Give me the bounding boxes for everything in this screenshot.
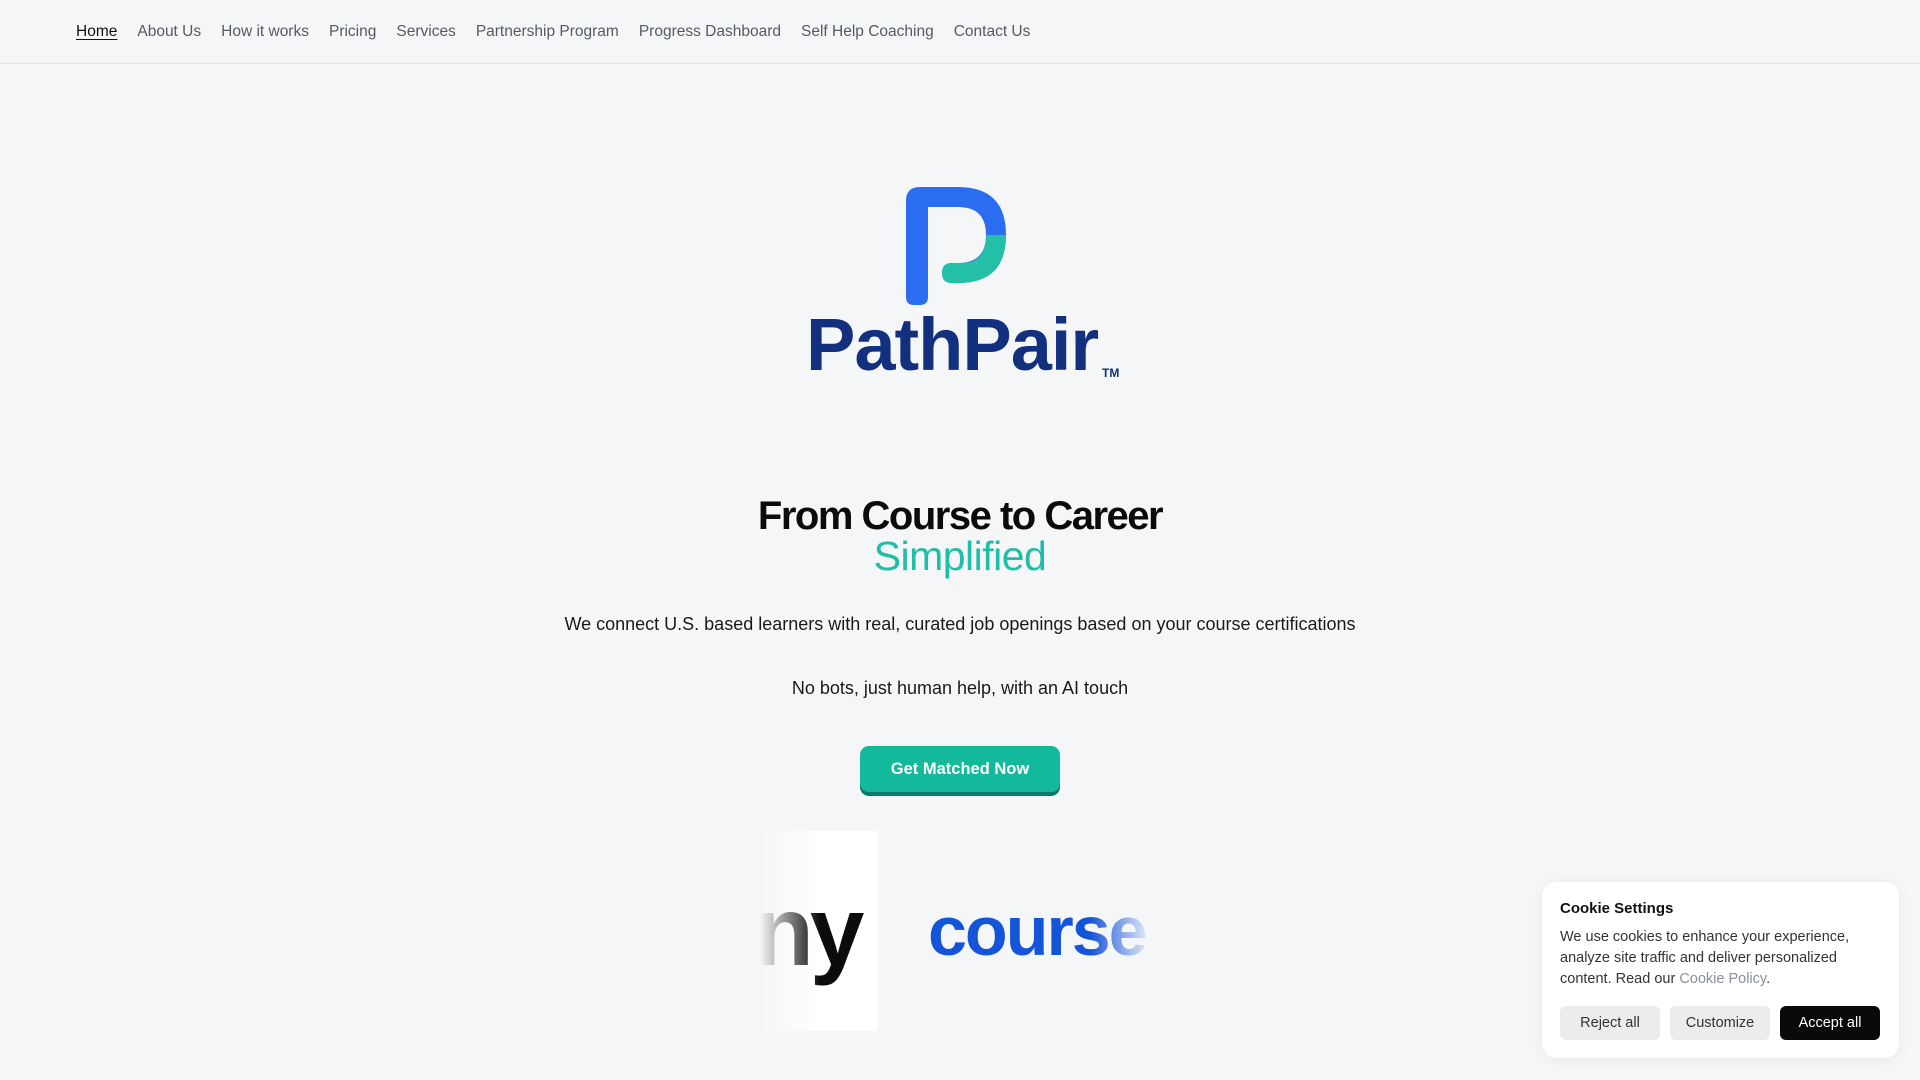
cookie-body-end: . (1766, 971, 1771, 987)
nav-item-how-it-works[interactable]: How it works (221, 23, 309, 41)
brand-name: PathPair (806, 303, 1099, 386)
nav-item-pricing[interactable]: Pricing (329, 23, 376, 41)
customize-button[interactable]: Customize (1670, 1006, 1770, 1040)
cookie-banner: Cookie Settings We use cookies to enhanc… (1542, 882, 1899, 1058)
cookie-policy-link[interactable]: Cookie Policy (1679, 971, 1766, 987)
cookie-text: We use cookies to enhance your experienc… (1560, 927, 1880, 990)
reject-all-button[interactable]: Reject all (1560, 1006, 1660, 1040)
carousel-fade-right (1090, 831, 1160, 1031)
partner-logo-carousel: ny course (760, 831, 1160, 1031)
get-matched-now-button[interactable]: Get Matched Now (860, 746, 1060, 792)
hero-description: We connect U.S. based learners with real… (564, 614, 1356, 634)
accept-all-button[interactable]: Accept all (1780, 1006, 1880, 1040)
top-nav: Home About Us How it works Pricing Servi… (0, 0, 1920, 64)
carousel-fade-left (760, 831, 820, 1031)
nav-item-home[interactable]: Home (76, 23, 117, 41)
cookie-title: Cookie Settings (1560, 900, 1674, 917)
pathpair-logo-mark-icon (906, 187, 1006, 305)
trademark-symbol: TM (1102, 366, 1120, 380)
nav-list: Home About Us How it works Pricing Servi… (76, 23, 1050, 41)
nav-item-contact-us[interactable]: Contact Us (954, 23, 1031, 41)
nav-item-self-help-coaching[interactable]: Self Help Coaching (801, 23, 934, 41)
hero-tagline: No bots, just human help, with an AI tou… (791, 678, 1129, 698)
nav-item-progress-dashboard[interactable]: Progress Dashboard (639, 23, 781, 41)
nav-item-partnership-program[interactable]: Partnership Program (476, 23, 619, 41)
nav-item-about-us[interactable]: About Us (137, 23, 201, 41)
hero-subtitle: Simplified (873, 533, 1047, 579)
nav-item-services[interactable]: Services (396, 23, 455, 41)
